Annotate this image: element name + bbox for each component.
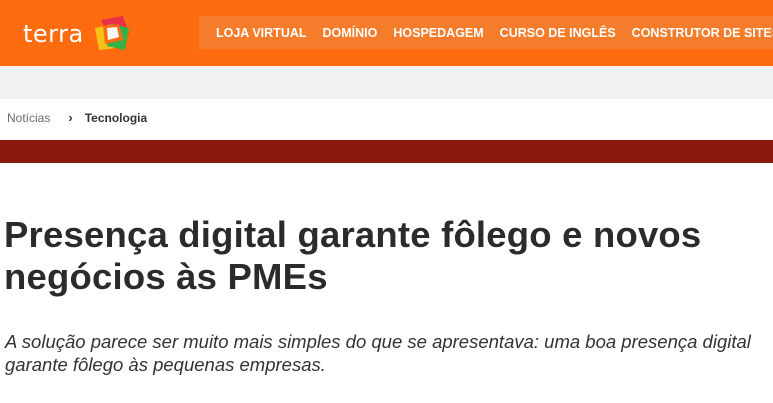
section-color-band	[0, 140, 773, 163]
breadcrumb-noticias[interactable]: Notícias	[7, 111, 50, 125]
nav-construtor-de-sites[interactable]: CONSTRUTOR DE SITES	[632, 26, 773, 40]
nav-curso-de-ingles[interactable]: CURSO DE INGLÊS	[500, 26, 616, 40]
terra-logo-icon	[94, 16, 129, 50]
top-nav: LOJA VIRTUAL DOMÍNIO HOSPEDAGEM CURSO DE…	[199, 16, 773, 49]
logo-text: terra	[23, 20, 84, 48]
ad-strip	[0, 66, 773, 99]
terra-logo[interactable]: terra	[23, 14, 133, 54]
chevron-right-icon: ›	[68, 110, 73, 125]
nav-dominio[interactable]: DOMÍNIO	[323, 26, 378, 40]
nav-hospedagem[interactable]: HOSPEDAGEM	[393, 26, 483, 40]
nav-loja-virtual[interactable]: LOJA VIRTUAL	[216, 26, 307, 40]
breadcrumb: Notícias › Tecnologia	[7, 110, 147, 125]
article-title: Presença digital garante fôlego e novos …	[4, 214, 702, 297]
breadcrumb-tecnologia[interactable]: Tecnologia	[85, 111, 147, 125]
top-bar: terra LOJA VIRTUAL DOMÍNIO HOSPEDAGEM CU…	[0, 0, 773, 66]
article-subtitle: A solução parece ser muito mais simples …	[5, 331, 751, 375]
